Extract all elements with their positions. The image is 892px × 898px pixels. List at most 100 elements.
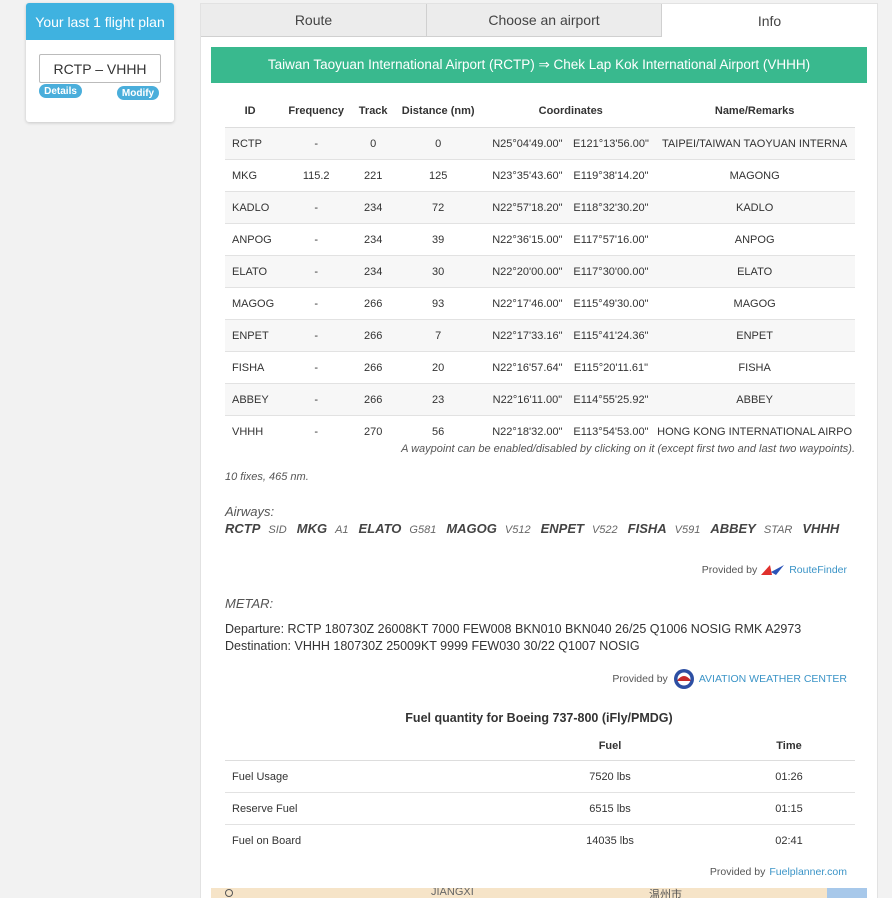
waypoint-name: ABBEY [654, 383, 855, 416]
waypoint-longitude: E121°13'56.00" [567, 127, 655, 160]
waypoint-row[interactable]: ABBEY -266 23 N22°16'11.00" E114°55'25.92" AB… [225, 383, 855, 416]
waypoint-longitude: E117°30'00.00" [567, 255, 655, 288]
fuel-row: Fuel on Board 14035 lbs 02:41 [225, 824, 855, 856]
waypoint-name: KADLO [654, 191, 855, 224]
waypoint-row[interactable]: RCTP -0 0 N25°04'49.00" E121°13'56.00" TAIPEI… [225, 127, 855, 160]
waypoint-distance: 7 [389, 319, 488, 352]
awc-link[interactable]: AVIATION WEATHER CENTER [699, 673, 847, 685]
flight-plan-button[interactable]: RCTP – VHHH [39, 54, 161, 83]
waypoint-row[interactable]: FISHA -266 20 N22°16'57.64" E115°20'11.61" FI… [225, 351, 855, 384]
waypoint-name: ANPOG [654, 223, 855, 256]
waypoint-row[interactable]: MKG 115.2 221 125 N23°35'43.60" E119°38'14.20… [225, 159, 855, 192]
waypoint-track: 266 [357, 287, 390, 320]
airway-fix: FISHA [627, 521, 667, 536]
waypoint-latitude: N22°16'11.00" [487, 383, 568, 416]
waypoints-table: ID Frequency Track Distance (nm) Coordin… [225, 95, 855, 447]
waypoint-distance: 20 [389, 351, 488, 384]
waypoint-frequency: - [275, 351, 358, 384]
details-button[interactable]: Details [39, 84, 82, 98]
airway-fix: MAGOG [446, 521, 497, 536]
waypoint-latitude: N22°20'00.00" [487, 255, 568, 288]
waypoint-frequency: 115.2 [275, 159, 358, 192]
waypoint-longitude: E117°57'16.00" [567, 223, 655, 256]
airway-name: SID [268, 524, 287, 536]
waypoint-frequency: - [275, 319, 358, 352]
waypoint-id: FISHA [225, 351, 276, 384]
airways-list: RCTP SID MKG A1 ELATO G581 MAGOG V512 ENPET V522 F… [225, 520, 845, 539]
waypoint-row[interactable]: MAGOG -266 93 N22°17'46.00" E115°49'30.00" MA… [225, 287, 855, 320]
noaa-logo-icon [673, 669, 694, 689]
waypoint-track: 234 [357, 191, 390, 224]
table-header-row: Fuel Time [225, 731, 855, 761]
column-header: Time [723, 731, 855, 761]
waypoint-longitude: E118°32'30.20" [567, 191, 655, 224]
fuel-amount: 6515 lbs [497, 792, 723, 825]
airway-fix: ELATO [358, 521, 402, 536]
waypoint-distance: 39 [389, 223, 488, 256]
waypoint-id: ENPET [225, 319, 276, 352]
routefinder-logo-icon [761, 565, 785, 575]
modify-button[interactable]: Modify [117, 86, 159, 100]
fuel-label: Fuel on Board [225, 824, 497, 856]
tab-bar: Route Choose an airport Info [201, 4, 877, 38]
waypoint-distance: 93 [389, 287, 488, 320]
column-header: Coordinates [487, 95, 655, 128]
waypoint-row[interactable]: ELATO -234 30 N22°20'00.00" E117°30'00.00" EL… [225, 255, 855, 288]
route-summary: 10 fixes, 465 nm. [225, 471, 309, 483]
waypoint-track: 266 [357, 319, 390, 352]
metar-block: Departure: RCTP 180730Z 26008KT 7000 FEW… [225, 621, 801, 655]
waypoint-name: MAGONG [654, 159, 855, 192]
tab-route[interactable]: Route [201, 4, 427, 37]
waypoint-name: ENPET [654, 319, 855, 352]
airway-name: V591 [674, 524, 701, 536]
waypoint-frequency: - [275, 383, 358, 416]
fuel-amount: 7520 lbs [497, 760, 723, 793]
airway-name: V522 [591, 524, 618, 536]
map-marker-icon [225, 889, 233, 897]
airway-fix: MKG [296, 521, 328, 536]
waypoint-name: ELATO [654, 255, 855, 288]
routefinder-credit: Provided by RouteFinder [702, 564, 847, 576]
info-panel: Route Choose an airport Info Taiwan Taoy… [200, 3, 878, 898]
waypoint-track: 0 [357, 127, 390, 160]
fuelplanner-credit: Provided by Fuelplanner.com [710, 866, 847, 878]
airways-title: Airways: [225, 504, 275, 519]
column-header: Frequency [275, 95, 358, 128]
waypoint-latitude: N23°35'43.60" [487, 159, 568, 192]
route-banner: Taiwan Taoyuan International Airport (RC… [211, 47, 867, 83]
column-header: Track [357, 95, 390, 128]
airway-fix: VHHH [802, 521, 840, 536]
waypoint-latitude: N25°04'49.00" [487, 127, 568, 160]
waypoint-distance: 30 [389, 255, 488, 288]
waypoint-longitude: E115°49'30.00" [567, 287, 655, 320]
waypoint-id: MAGOG [225, 287, 276, 320]
waypoint-latitude: N22°16'57.64" [487, 351, 568, 384]
waypoint-id: VHHH [225, 415, 276, 447]
waypoint-distance: 0 [389, 127, 488, 160]
waypoint-row[interactable]: ENPET -266 7 N22°17'33.16" E115°41'24.36" ENP… [225, 319, 855, 352]
waypoint-longitude: E119°38'14.20" [567, 159, 655, 192]
metar-destination: Destination: VHHH 180730Z 25009KT 9999 F… [225, 639, 640, 653]
waypoint-track: 221 [357, 159, 390, 192]
waypoint-frequency: - [275, 415, 358, 447]
waypoint-row[interactable]: KADLO -234 72 N22°57'18.20" E118°32'30.20" KA… [225, 191, 855, 224]
routefinder-link[interactable]: RouteFinder [789, 564, 847, 576]
provided-by-label: Provided by [701, 564, 758, 576]
waypoint-note: A waypoint can be enabled/disabled by cl… [401, 443, 855, 455]
fuel-time: 02:41 [723, 824, 855, 856]
fuel-amount: 14035 lbs [497, 824, 723, 856]
column-header: Name/Remarks [654, 95, 855, 128]
airway-name: V512 [504, 524, 531, 536]
tab-info[interactable]: Info [662, 4, 877, 37]
waypoint-track: 234 [357, 223, 390, 256]
waypoint-name: FISHA [654, 351, 855, 384]
waypoint-frequency: - [275, 223, 358, 256]
waypoint-id: ELATO [225, 255, 276, 288]
tab-choose-airport[interactable]: Choose an airport [427, 4, 662, 37]
fuel-title: Fuel quantity for Boeing 737-800 (iFly/P… [405, 711, 673, 725]
waypoint-distance: 125 [389, 159, 488, 192]
waypoint-row[interactable]: ANPOG -234 39 N22°36'15.00" E117°57'16.00" AN… [225, 223, 855, 256]
metar-title: METAR: [225, 596, 274, 611]
fuelplanner-link[interactable]: Fuelplanner.com [769, 866, 847, 878]
metar-departure: Departure: RCTP 180730Z 26008KT 7000 FEW… [225, 622, 802, 636]
